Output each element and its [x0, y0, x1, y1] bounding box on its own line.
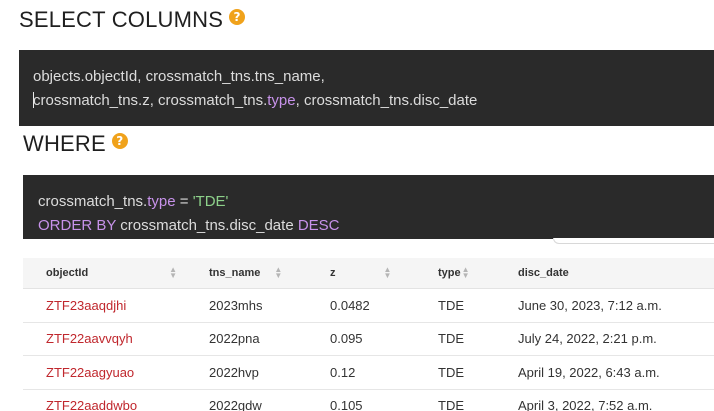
- sort-icon[interactable]: ▲ ▼: [169, 266, 177, 280]
- z-cell: 0.12: [330, 364, 356, 380]
- table-row: ZTF22aaddwbo 2022gdw 0.105 TDE April 3, …: [23, 390, 714, 411]
- where-query-line-1: crossmatch_tns.type = 'TDE': [38, 193, 229, 210]
- tns-name-cell: 2022pna: [209, 331, 260, 347]
- where-title: WHERE: [23, 131, 106, 156]
- object-id-link[interactable]: ZTF22aagyuao: [46, 365, 134, 380]
- z-cell: 0.105: [330, 398, 363, 411]
- sort-icon[interactable]: ▲ ▼: [462, 266, 470, 280]
- question-circle-icon[interactable]: ?: [229, 9, 246, 25]
- where-heading: WHERE ?: [23, 131, 128, 157]
- disc-date-cell: April 3, 2022, 7:52 a.m.: [518, 398, 653, 411]
- sort-icon[interactable]: ▲ ▼: [384, 266, 392, 280]
- tns-name-cell: 2023mhs: [209, 297, 263, 313]
- object-id-link[interactable]: ZTF22aaddwbo: [46, 398, 137, 411]
- type-cell: TDE: [438, 331, 464, 347]
- type-cell: TDE: [438, 398, 464, 411]
- table-row: ZTF22aavvqyh 2022pna 0.095 TDE July 24, …: [23, 323, 714, 356]
- tns-name-cell: 2022hvp: [209, 364, 259, 380]
- table-row: ZTF22aagyuao 2022hvp 0.12 TDE April 19, …: [23, 356, 714, 390]
- select-query-line-1: objects.objectId, crossmatch_tns.tns_nam…: [33, 68, 325, 85]
- results-table: objectId ▲ ▼ tns_name ▲ ▼ z ▲ ▼ type ▲ ▼ disc_da…: [23, 258, 714, 411]
- tns-name-cell: 2022gdw: [209, 398, 262, 411]
- column-header-z[interactable]: z ▲ ▼: [307, 258, 415, 288]
- table-row: ZTF23aaqdjhi 2023mhs 0.0482 TDE June 30,…: [23, 289, 714, 323]
- object-id-link[interactable]: ZTF22aavvqyh: [46, 331, 133, 346]
- z-cell: 0.095: [330, 331, 363, 347]
- where-query-line-2: ORDER BY crossmatch_tns.disc_date DESC: [38, 217, 340, 234]
- question-circle-icon[interactable]: ?: [111, 133, 128, 149]
- column-header-type[interactable]: type ▲ ▼: [415, 258, 495, 288]
- select-columns-heading: SELECT COLUMNS ?: [19, 7, 246, 33]
- where-editor[interactable]: crossmatch_tns.type = 'TDE' ORDER BY cro…: [23, 175, 714, 239]
- column-header-objectid[interactable]: objectId ▲ ▼: [23, 258, 186, 288]
- type-cell: TDE: [438, 297, 464, 313]
- z-cell: 0.0482: [330, 297, 370, 313]
- select-query-line-2: crossmatch_tns.z, crossmatch_tns.type, c…: [33, 92, 478, 109]
- disc-date-cell: April 19, 2022, 6:43 a.m.: [518, 364, 660, 380]
- column-header-tns-name[interactable]: tns_name ▲ ▼: [186, 258, 307, 288]
- sort-icon[interactable]: ▲ ▼: [274, 266, 282, 280]
- type-cell: TDE: [438, 364, 464, 380]
- column-header-disc-date[interactable]: disc_date: [495, 258, 714, 288]
- object-id-link[interactable]: ZTF23aaqdjhi: [46, 298, 126, 313]
- disc-date-cell: June 30, 2023, 7:12 a.m.: [518, 297, 662, 313]
- table-header: objectId ▲ ▼ tns_name ▲ ▼ z ▲ ▼ type ▲ ▼ disc_da…: [23, 258, 714, 289]
- editor-resize-edge: [553, 238, 714, 244]
- select-columns-editor[interactable]: objects.objectId, crossmatch_tns.tns_nam…: [19, 50, 714, 126]
- disc-date-cell: July 24, 2022, 2:21 p.m.: [518, 331, 657, 347]
- select-columns-title: SELECT COLUMNS: [19, 7, 224, 32]
